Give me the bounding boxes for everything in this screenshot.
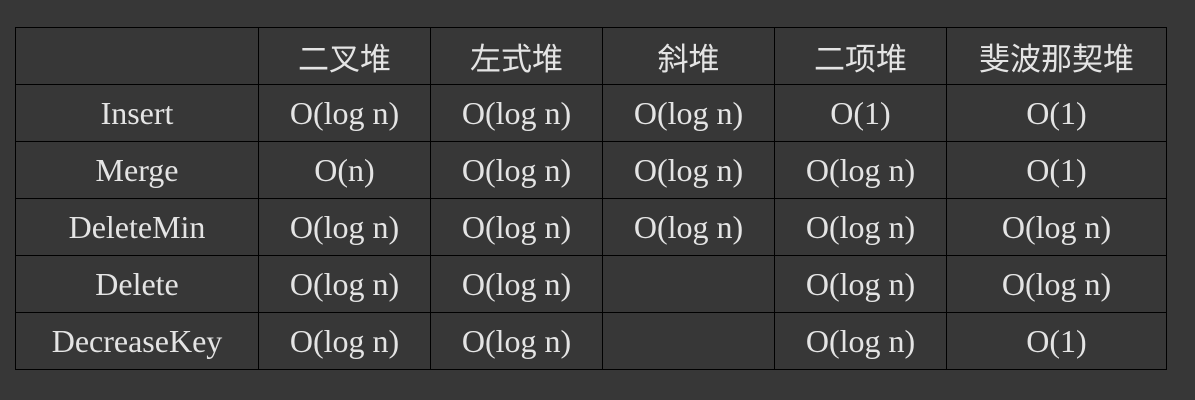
complexity-cell: O(log n) bbox=[774, 198, 947, 256]
operation-label: Merge bbox=[15, 141, 259, 199]
header-skew-heap: 斜堆 bbox=[602, 27, 775, 85]
complexity-cell: O(1) bbox=[946, 312, 1167, 370]
table-row: Merge O(n) O(log n) O(log n) O(log n) O(… bbox=[15, 141, 1167, 199]
complexity-cell: O(log n) bbox=[602, 198, 775, 256]
complexity-cell: O(log n) bbox=[430, 84, 603, 142]
complexity-cell: O(log n) bbox=[258, 84, 431, 142]
complexity-cell bbox=[602, 312, 775, 370]
operation-label: Delete bbox=[15, 255, 259, 313]
table-row: Delete O(log n) O(log n) O(log n) O(log … bbox=[15, 255, 1167, 313]
operation-label: DeleteMin bbox=[15, 198, 259, 256]
complexity-cell: O(log n) bbox=[258, 255, 431, 313]
complexity-cell: O(log n) bbox=[774, 255, 947, 313]
complexity-cell: O(1) bbox=[946, 84, 1167, 142]
table-row: Insert O(log n) O(log n) O(log n) O(1) O… bbox=[15, 84, 1167, 142]
header-leftist-heap: 左式堆 bbox=[430, 27, 603, 85]
complexity-cell: O(n) bbox=[258, 141, 431, 199]
complexity-cell: O(log n) bbox=[430, 255, 603, 313]
header-fibonacci-heap: 斐波那契堆 bbox=[946, 27, 1167, 85]
complexity-cell: O(log n) bbox=[258, 198, 431, 256]
complexity-cell: O(1) bbox=[946, 141, 1167, 199]
complexity-cell: O(log n) bbox=[946, 198, 1167, 256]
complexity-cell: O(log n) bbox=[602, 141, 775, 199]
complexity-cell: O(log n) bbox=[774, 312, 947, 370]
complexity-cell bbox=[602, 255, 775, 313]
header-empty bbox=[15, 27, 259, 85]
complexity-cell: O(1) bbox=[774, 84, 947, 142]
complexity-cell: O(log n) bbox=[258, 312, 431, 370]
header-binomial-heap: 二项堆 bbox=[774, 27, 947, 85]
heap-complexity-table: 二叉堆 左式堆 斜堆 二项堆 斐波那契堆 Insert O(log n) O(l… bbox=[15, 27, 1167, 370]
complexity-cell: O(log n) bbox=[430, 141, 603, 199]
complexity-cell: O(log n) bbox=[774, 141, 947, 199]
complexity-cell: O(log n) bbox=[430, 312, 603, 370]
complexity-cell: O(log n) bbox=[430, 198, 603, 256]
complexity-cell: O(log n) bbox=[602, 84, 775, 142]
operation-label: Insert bbox=[15, 84, 259, 142]
header-binary-heap: 二叉堆 bbox=[258, 27, 431, 85]
table-row: DecreaseKey O(log n) O(log n) O(log n) O… bbox=[15, 312, 1167, 370]
header-row: 二叉堆 左式堆 斜堆 二项堆 斐波那契堆 bbox=[15, 27, 1167, 85]
operation-label: DecreaseKey bbox=[15, 312, 259, 370]
table-row: DeleteMin O(log n) O(log n) O(log n) O(l… bbox=[15, 198, 1167, 256]
complexity-cell: O(log n) bbox=[946, 255, 1167, 313]
